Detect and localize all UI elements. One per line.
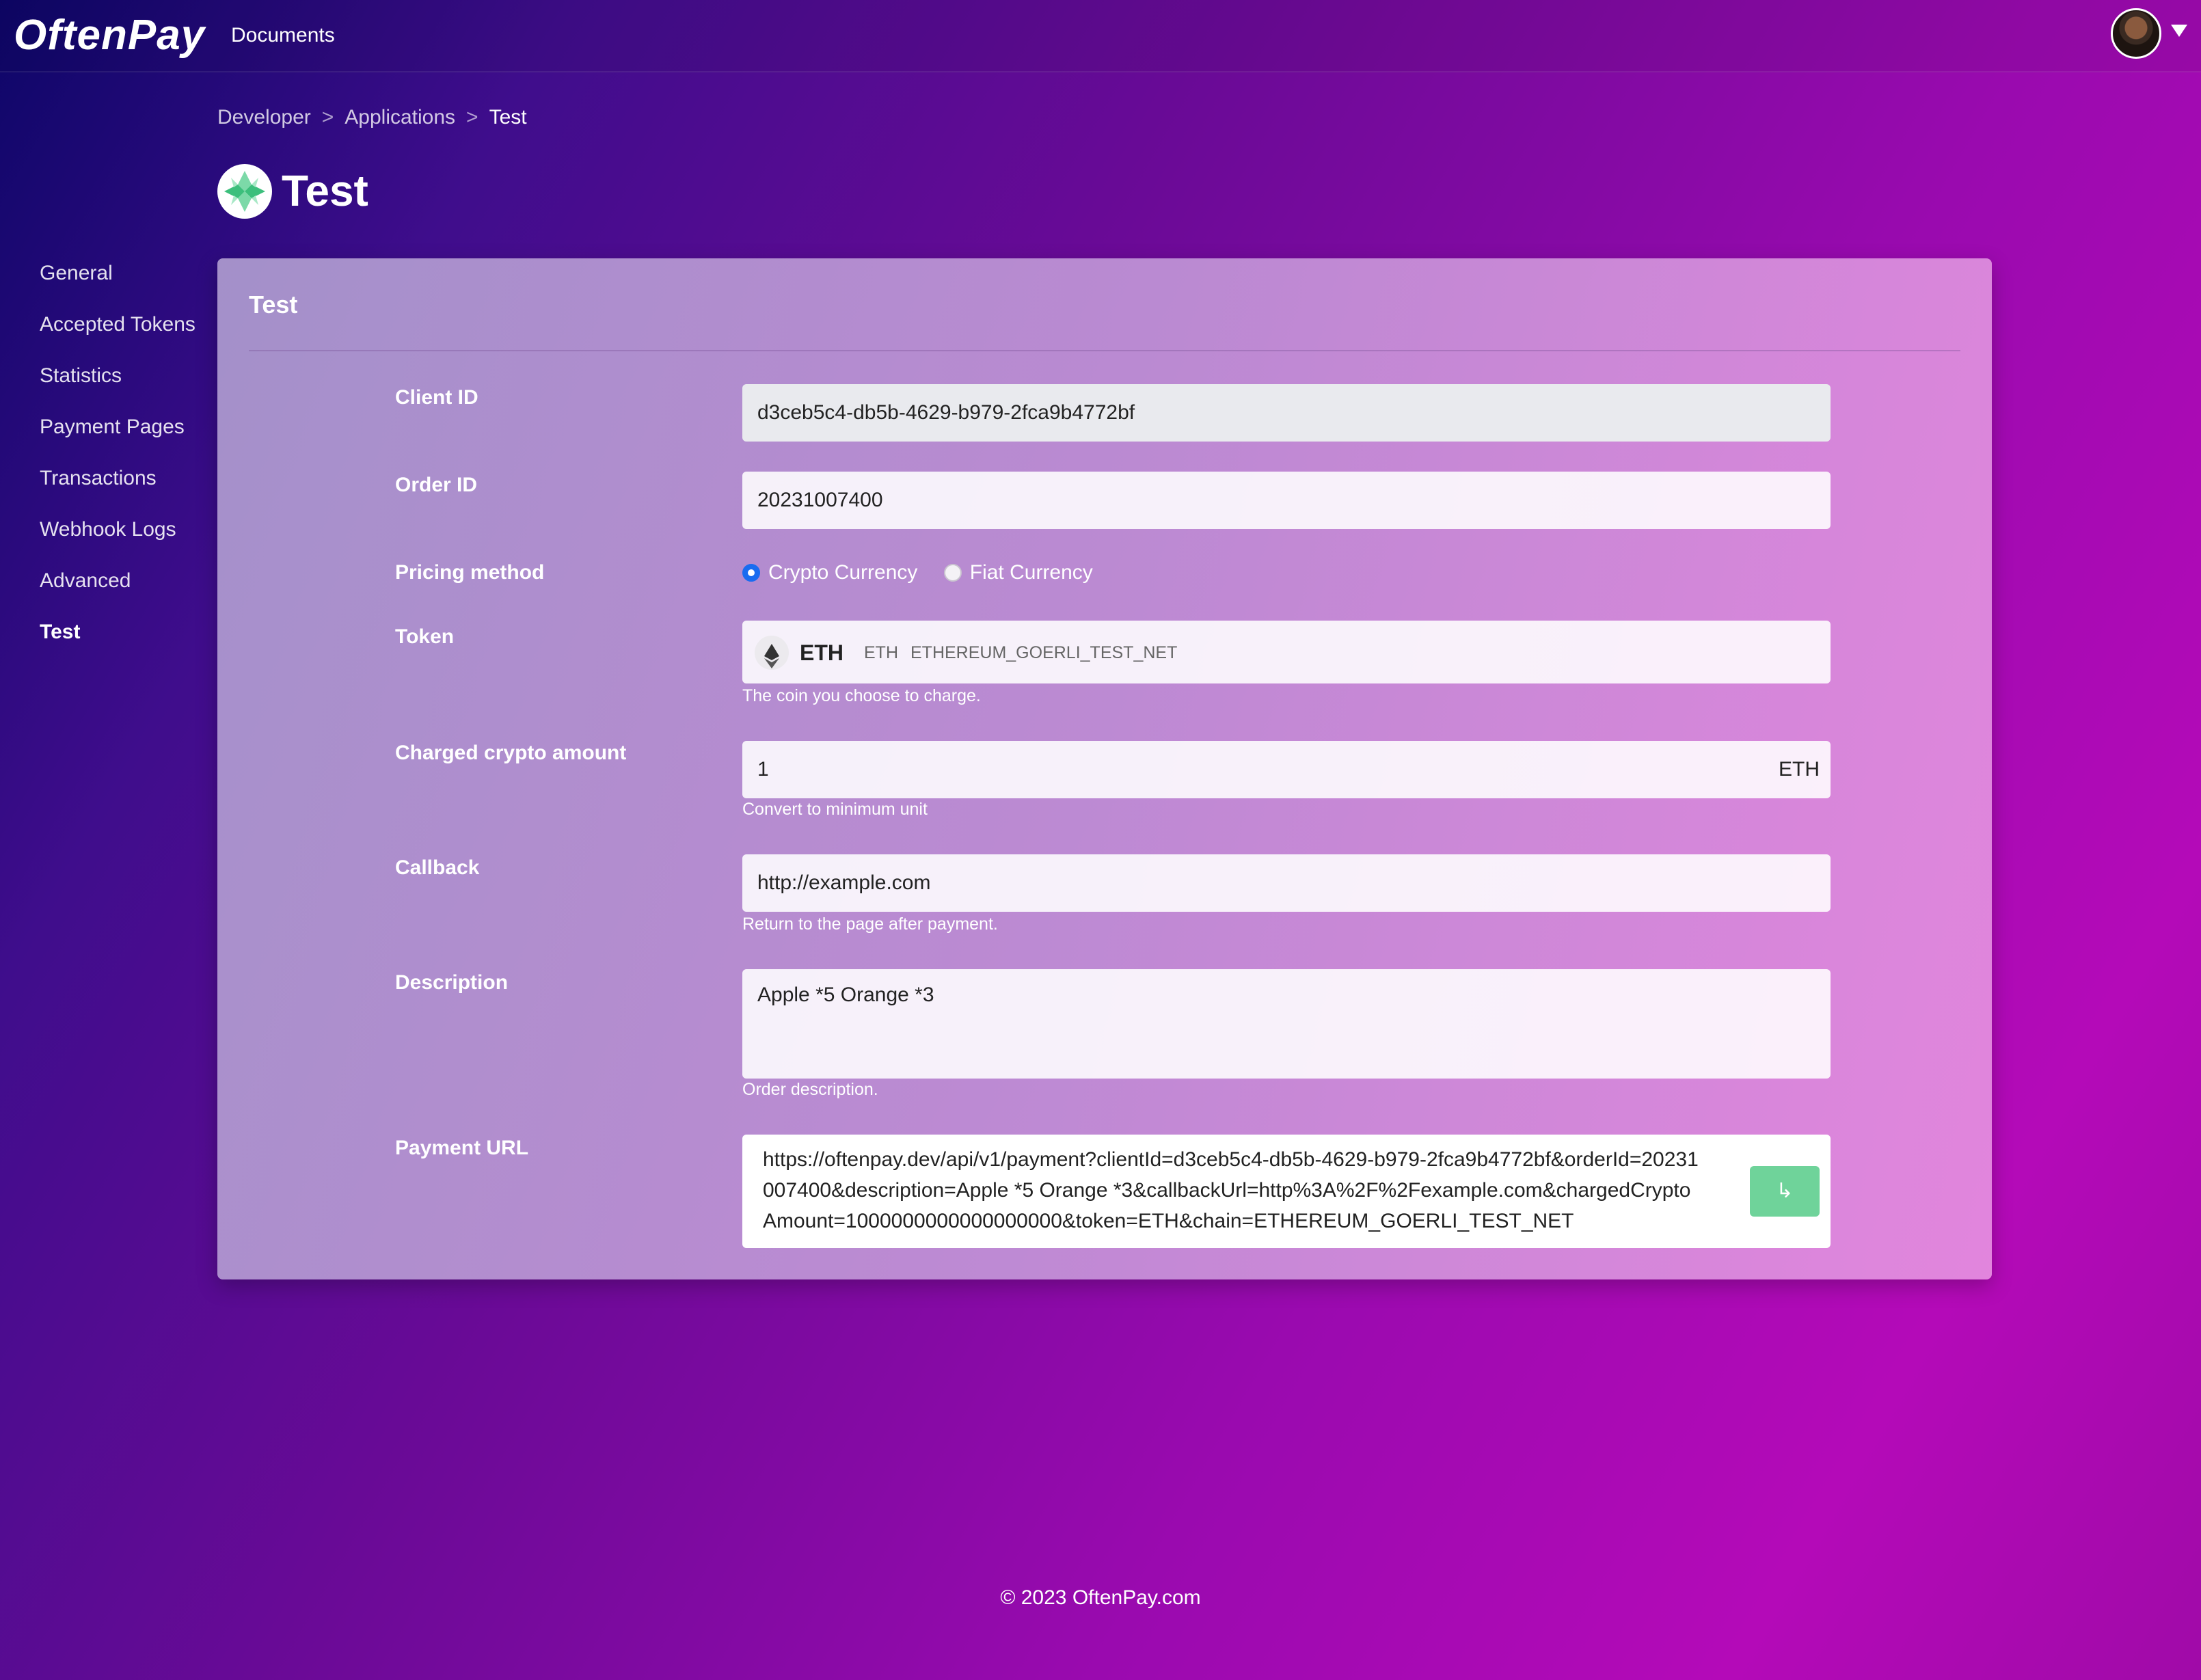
amount-value: 1	[757, 758, 769, 781]
description-textarea[interactable]: Apple *5 Orange *3	[742, 969, 1831, 1079]
top-navbar: OftenPay Documents	[0, 0, 2201, 72]
amount-label: Charged crypto amount	[395, 742, 627, 764]
caret-down-icon[interactable]	[2171, 25, 2187, 37]
breadcrumb-separator: >	[466, 106, 478, 128]
breadcrumb-current: Test	[489, 106, 527, 128]
footer-copyright: © 2023 OftenPay.com	[1000, 1586, 1201, 1609]
breadcrumb-separator: >	[321, 106, 334, 128]
order-id-field[interactable]: 20231007400	[742, 472, 1831, 529]
token-help-text: The coin you choose to charge.	[742, 686, 981, 705]
token-label: Token	[395, 625, 455, 648]
radio-fiat-currency-label[interactable]: Fiat Currency	[970, 561, 1093, 584]
sidebar-item-webhook-logs[interactable]: Webhook Logs	[40, 516, 217, 543]
page-title: Test	[282, 166, 368, 215]
breadcrumb: Developer > Applications > Test	[217, 104, 527, 131]
radio-fiat-currency[interactable]	[943, 564, 962, 582]
sidebar-item-advanced[interactable]: Advanced	[40, 567, 217, 595]
app-icon	[217, 164, 272, 219]
pricing-method-label: Pricing method	[395, 561, 545, 584]
radio-crypto-currency-label[interactable]: Crypto Currency	[768, 561, 917, 584]
payment-url-label: Payment URL	[395, 1137, 529, 1159]
callback-input[interactable]: http://example.com	[742, 854, 1831, 912]
description-help-text: Order description.	[742, 1080, 878, 1099]
sidebar-item-test[interactable]: Test	[40, 619, 217, 646]
sidebar-item-general[interactable]: General	[40, 260, 217, 287]
callback-help-text: Return to the page after payment.	[742, 914, 998, 934]
card-divider	[249, 350, 1960, 351]
pricing-method-radio-group: Crypto Currency Fiat Currency	[742, 559, 1113, 586]
amount-input[interactable]: 1 ETH	[742, 741, 1831, 798]
sidebar: General Accepted Tokens Statistics Payme…	[40, 260, 217, 670]
payment-url-field[interactable]: https://oftenpay.dev/api/v1/payment?clie…	[742, 1135, 1831, 1248]
description-label: Description	[395, 971, 509, 994]
radio-crypto-currency[interactable]	[742, 564, 760, 582]
breadcrumb-developer[interactable]: Developer	[217, 106, 311, 128]
order-id-label: Order ID	[395, 474, 478, 496]
ethereum-icon	[755, 636, 789, 670]
sidebar-item-accepted-tokens[interactable]: Accepted Tokens	[40, 311, 217, 338]
sidebar-item-statistics[interactable]: Statistics	[40, 362, 217, 390]
breadcrumb-applications[interactable]: Applications	[345, 106, 455, 128]
token-name: ETH	[800, 640, 843, 666]
open-payment-url-button[interactable]: ↳	[1750, 1166, 1820, 1217]
logo[interactable]: OftenPay	[14, 8, 205, 63]
card-title: Test	[249, 290, 298, 319]
app-logo-icon	[220, 167, 269, 216]
token-symbol: ETH	[864, 643, 898, 663]
token-select[interactable]: ETH ETH ETHEREUM_GOERLI_TEST_NET	[742, 621, 1831, 683]
client-id-label: Client ID	[395, 386, 478, 409]
open-link-icon: ↳	[1776, 1180, 1794, 1202]
amount-help-text: Convert to minimum unit	[742, 800, 928, 819]
sidebar-item-transactions[interactable]: Transactions	[40, 465, 217, 492]
callback-label: Callback	[395, 856, 480, 879]
token-chain: ETHEREUM_GOERLI_TEST_NET	[910, 643, 1178, 663]
payment-url-text[interactable]: https://oftenpay.dev/api/v1/payment?clie…	[763, 1148, 1699, 1232]
amount-unit: ETH	[1779, 758, 1820, 781]
user-avatar[interactable]	[2111, 8, 2161, 59]
client-id-field[interactable]: d3ceb5c4-db5b-4629-b979-2fca9b4772bf	[742, 384, 1831, 442]
sidebar-item-payment-pages[interactable]: Payment Pages	[40, 414, 217, 441]
test-form-card: Test Client ID d3ceb5c4-db5b-4629-b979-2…	[217, 258, 1992, 1279]
nav-documents-link[interactable]: Documents	[231, 22, 335, 49]
